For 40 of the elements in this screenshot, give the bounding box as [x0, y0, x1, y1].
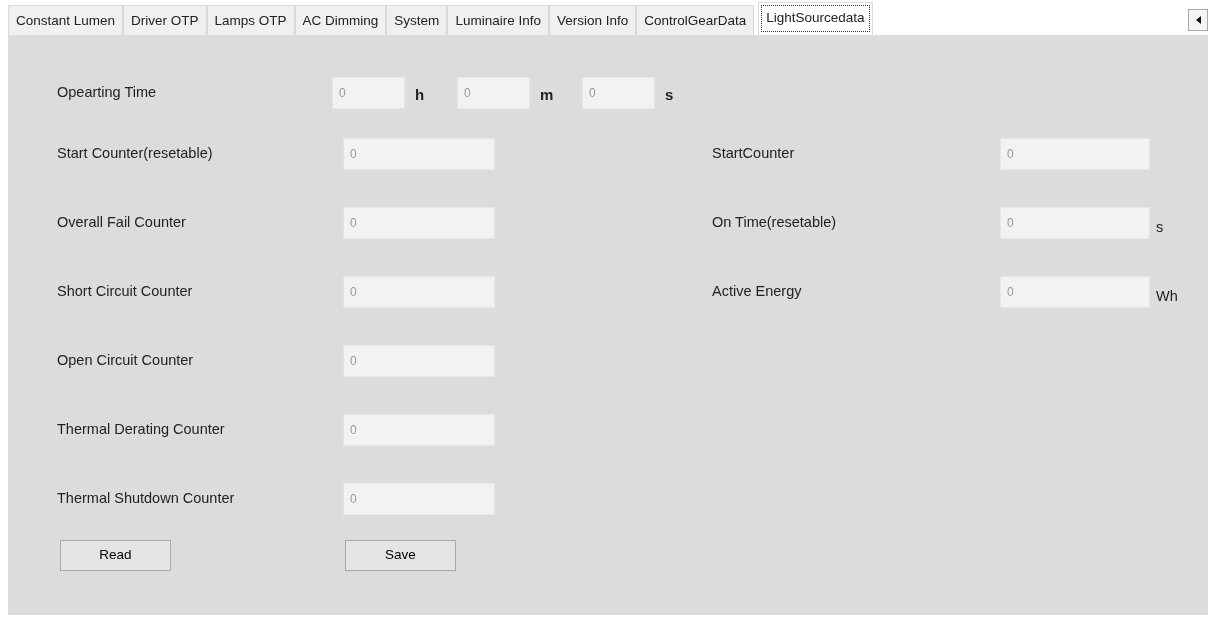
input-field[interactable]: 0	[343, 137, 495, 170]
input-field[interactable]: 0	[343, 206, 495, 239]
input-field[interactable]: 0	[343, 344, 495, 377]
unit-label: m	[539, 85, 555, 106]
left-arrow-icon	[1195, 16, 1201, 24]
action-button[interactable]: Read	[60, 540, 171, 571]
input-field[interactable]: 0	[582, 76, 655, 109]
tab[interactable]: Version Info	[548, 5, 637, 35]
input-field[interactable]: 0	[457, 76, 530, 109]
input-field[interactable]: 0	[343, 275, 495, 308]
tab[interactable]: System	[386, 5, 448, 35]
field-label: Overall Fail Counter	[57, 212, 187, 232]
tab[interactable]: LightSourcedata	[758, 2, 873, 35]
field-label: Start Counter(resetable)	[57, 143, 214, 163]
unit-label: s	[1156, 217, 1164, 237]
input-field[interactable]: 0	[332, 76, 405, 109]
input-field[interactable]: 0	[343, 413, 495, 446]
input-field[interactable]: 0	[343, 482, 495, 515]
action-button[interactable]: Save	[345, 540, 456, 571]
field-label: Thermal Derating Counter	[57, 419, 226, 439]
field-label: Opearting Time	[57, 82, 158, 102]
scroll-left-button[interactable]	[1188, 9, 1208, 31]
tab[interactable]: Lamps OTP	[206, 5, 295, 35]
unit-label: h	[414, 85, 426, 106]
field-label: On Time(resetable)	[712, 212, 838, 232]
tab[interactable]: Luminaire Info	[447, 5, 549, 35]
field-label: Open Circuit Counter	[57, 350, 195, 370]
input-field[interactable]: 0	[1000, 275, 1150, 308]
field-label: Active Energy	[712, 281, 803, 301]
tab[interactable]: Driver OTP	[123, 5, 207, 35]
tab[interactable]: Constant Lumen	[8, 5, 124, 35]
input-field[interactable]: 0	[1000, 206, 1150, 239]
field-label: Thermal Shutdown Counter	[57, 488, 236, 508]
field-label: StartCounter	[712, 143, 796, 163]
unit-label: Wh	[1156, 286, 1178, 306]
field-label: Short Circuit Counter	[57, 281, 194, 301]
tab[interactable]: ControlGearData	[636, 5, 755, 35]
tab[interactable]: AC Dimming	[294, 5, 387, 35]
unit-label: s	[664, 85, 675, 106]
input-field[interactable]: 0	[1000, 137, 1150, 170]
